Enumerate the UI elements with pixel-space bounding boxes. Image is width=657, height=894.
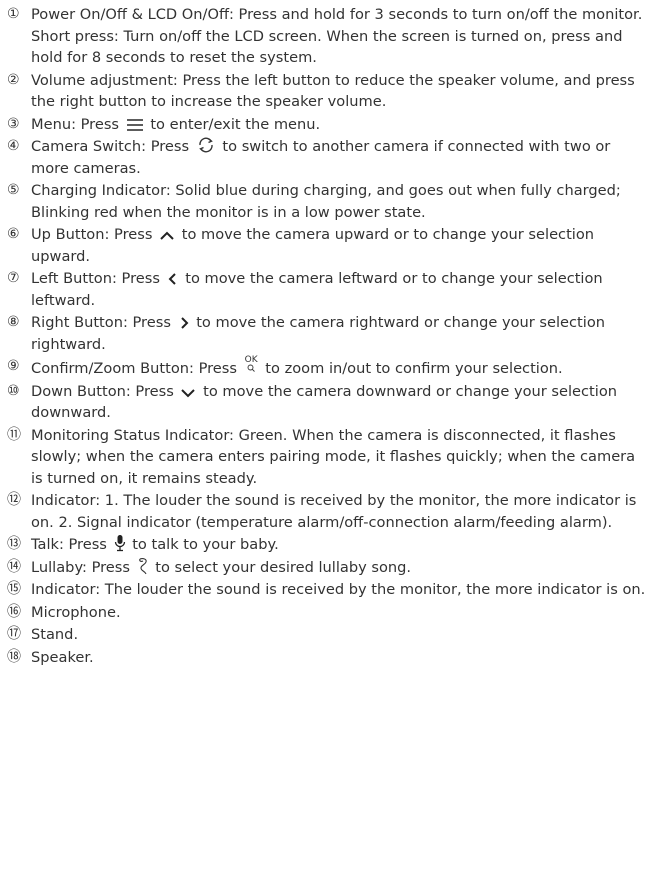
menu-icon bbox=[126, 118, 143, 131]
list-item: ⑩ Down Button: Press to move the camera … bbox=[7, 381, 647, 424]
item-text: Left Button: Press bbox=[31, 270, 160, 287]
item-number: ⑧ bbox=[7, 314, 20, 330]
item-text: Up Button: Press bbox=[31, 226, 153, 243]
item-text: Camera Switch: Press bbox=[31, 138, 190, 155]
list-item: ⑭ Lullaby: Press to select your desired … bbox=[7, 557, 647, 579]
chevron-left-icon bbox=[168, 273, 176, 285]
item-text: Down Button: Press bbox=[31, 382, 174, 400]
item-text: Speaker. bbox=[31, 648, 94, 666]
item-number: ⑤ bbox=[7, 182, 20, 198]
item-number: ⑦ bbox=[7, 270, 20, 286]
list-item: ⑬ Talk: Press to talk to your baby. bbox=[7, 534, 647, 556]
item-text: Monitoring Status Indicator: Green. When… bbox=[31, 426, 636, 487]
item-text-after-icon: to enter/exit the menu. bbox=[150, 115, 321, 133]
item-number: ③ bbox=[7, 115, 20, 132]
lullaby-icon bbox=[138, 557, 147, 574]
list-item: ⑱ Speaker. bbox=[7, 647, 647, 669]
item-text: Confirm/Zoom Button: Press bbox=[31, 360, 237, 377]
item-number: ⑫ bbox=[7, 492, 21, 508]
item-text: Microphone. bbox=[31, 603, 121, 621]
item-text: Right Button: Press bbox=[31, 314, 171, 331]
item-number: ② bbox=[7, 71, 20, 88]
item-number: ⑰ bbox=[7, 626, 21, 642]
camera-switch-icon bbox=[198, 137, 213, 153]
list-item: ⑫ Indicator: 1. The louder the sound is … bbox=[7, 490, 647, 533]
list-item: ⑦ Left Button: Press to move the camera … bbox=[7, 268, 647, 311]
item-number: ⑬ bbox=[7, 536, 21, 552]
list-item: ⑤ Charging Indicator: Solid blue during … bbox=[7, 180, 647, 223]
item-text: Power On/Off & LCD On/Off: Press and hol… bbox=[31, 6, 643, 66]
chevron-right-icon bbox=[180, 317, 188, 329]
list-item: ① Power On/Off & LCD On/Off: Press and h… bbox=[7, 4, 647, 69]
list-item: ⑯ Microphone. bbox=[7, 602, 647, 624]
chevron-up-icon bbox=[160, 231, 174, 240]
item-number: ⑨ bbox=[7, 358, 20, 374]
item-text-after-icon: to talk to your baby. bbox=[132, 536, 279, 553]
item-number: ⑱ bbox=[7, 648, 21, 665]
item-text-after-icon: to select your desired lullaby song. bbox=[155, 558, 412, 576]
list-item: ⑥ Up Button: Press to move the camera up… bbox=[7, 224, 647, 267]
item-text: Menu: Press bbox=[31, 115, 120, 133]
item-text: Talk: Press bbox=[31, 536, 107, 553]
item-number: ⑯ bbox=[7, 603, 21, 620]
ok-zoom-icon: OK bbox=[245, 356, 258, 374]
item-text-after-icon: to zoom in/out to confirm your selection… bbox=[265, 360, 563, 377]
item-text: Lullaby: Press bbox=[31, 558, 130, 576]
item-number: ④ bbox=[7, 138, 20, 154]
item-number: ⑪ bbox=[7, 426, 21, 443]
item-number: ① bbox=[7, 6, 20, 22]
manual-page: ① Power On/Off & LCD On/Off: Press and h… bbox=[0, 0, 657, 894]
list-item: ⑰ Stand. bbox=[7, 624, 647, 646]
list-item: ⑧ Right Button: Press to move the camera… bbox=[7, 312, 647, 355]
list-item: ⑨ Confirm/Zoom Button: Press OK to zoom … bbox=[7, 356, 647, 380]
microphone-icon bbox=[114, 535, 125, 552]
item-number: ⑭ bbox=[7, 558, 21, 575]
list-item: ③ Menu: Press to enter/exit the menu. bbox=[7, 114, 647, 136]
item-number: ⑮ bbox=[7, 581, 21, 597]
item-number: ⑩ bbox=[7, 382, 20, 399]
list-item: ④ Camera Switch: Press to switch to anot… bbox=[7, 136, 647, 179]
list-item: ② Volume adjustment: Press the left butt… bbox=[7, 70, 647, 113]
item-text: Stand. bbox=[31, 626, 79, 643]
item-text: Indicator: 1. The louder the sound is re… bbox=[31, 492, 637, 531]
item-text: Charging Indicator: Solid blue during ch… bbox=[31, 182, 621, 221]
item-text: Volume adjustment: Press the left button… bbox=[31, 71, 635, 111]
item-number: ⑥ bbox=[7, 226, 20, 242]
list-item: ⑮ Indicator: The louder the sound is rec… bbox=[7, 579, 647, 601]
chevron-down-icon bbox=[181, 388, 196, 397]
button-description-list: ① Power On/Off & LCD On/Off: Press and h… bbox=[7, 4, 647, 669]
list-item: ⑪ Monitoring Status Indicator: Green. Wh… bbox=[7, 425, 647, 490]
item-text: Indicator: The louder the sound is recei… bbox=[31, 581, 646, 598]
